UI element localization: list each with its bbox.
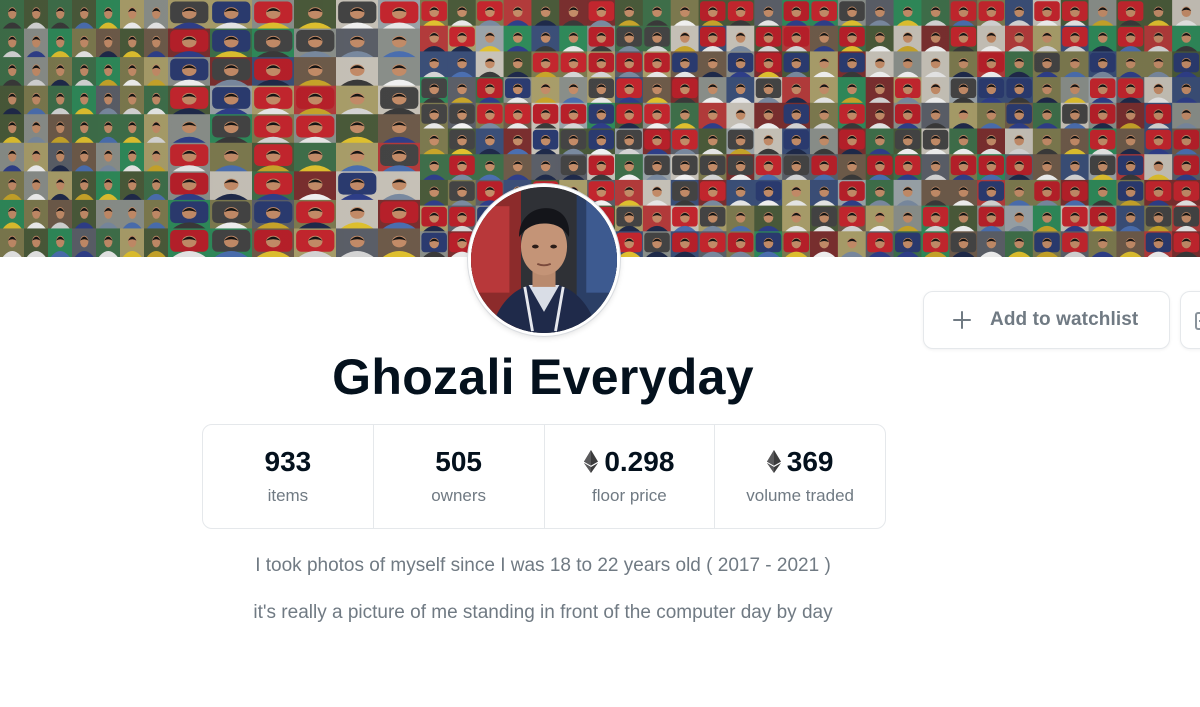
stat-floor-price[interactable]: 0.298 floor price — [545, 425, 716, 528]
ethereum-icon — [766, 450, 781, 473]
collection-description-line-1: I took photos of myself since I was 18 t… — [255, 555, 831, 576]
avatar-portrait-image — [471, 187, 617, 333]
stat-owners-value: 505 — [435, 445, 482, 477]
stat-volume-traded[interactable]: 369 volume traded — [715, 425, 885, 528]
stat-owners[interactable]: 505 owners — [374, 425, 545, 528]
plus-icon — [952, 310, 972, 330]
stat-floor-price-value: 0.298 — [604, 445, 675, 477]
collection-stats: 933 items 505 owners 0.298 floor price 3… — [202, 424, 886, 529]
stat-volume-traded-value: 369 — [786, 445, 834, 477]
stat-floor-price-label: floor price — [592, 485, 667, 505]
more-actions-button[interactable] — [1180, 291, 1200, 349]
ethereum-icon — [584, 450, 599, 473]
collection-page: Add to watchlist Ghozali Everyday 933 it… — [0, 0, 1200, 707]
document-icon — [1195, 312, 1200, 330]
stat-owners-label: owners — [431, 485, 487, 505]
stat-items-value: 933 — [264, 445, 312, 477]
collection-title: Ghozali Everyday — [332, 349, 754, 405]
add-to-watchlist-button[interactable]: Add to watchlist — [923, 291, 1170, 349]
stat-items-label: items — [267, 485, 309, 505]
collection-description-line-2: it's really a picture of me standing in … — [253, 602, 833, 623]
watchlist-button-label: Add to watchlist — [990, 309, 1139, 330]
stat-items[interactable]: 933 items — [203, 425, 374, 528]
collection-avatar[interactable] — [468, 184, 620, 336]
stat-volume-traded-label: volume traded — [746, 485, 854, 505]
